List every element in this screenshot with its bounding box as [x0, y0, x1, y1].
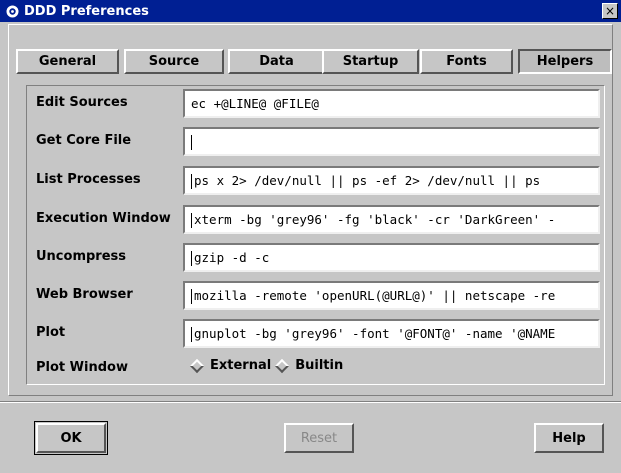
tab-data[interactable]: Data	[228, 49, 325, 74]
web-browser-label: Web Browser	[36, 287, 133, 302]
text-cursor	[191, 213, 192, 228]
tab-fonts[interactable]: Fonts	[420, 49, 513, 74]
plot-window-radio-group: External Builtin	[189, 358, 347, 373]
execution-window-value: xterm -bg 'grey96' -fg 'black' -cr 'Dark…	[194, 212, 556, 227]
execution-window-field[interactable]: xterm -bg 'grey96' -fg 'black' -cr 'Dark…	[183, 205, 600, 234]
tab-general[interactable]: General	[16, 49, 119, 74]
radio-diamond-icon	[189, 358, 205, 373]
execution-window-label: Execution Window	[36, 211, 171, 226]
plot-window-external-radio[interactable]: External	[189, 358, 272, 373]
tab-helpers[interactable]: Helpers	[518, 49, 612, 74]
text-cursor	[191, 251, 192, 266]
help-button[interactable]: Help	[534, 423, 604, 453]
plot-field[interactable]: gnuplot -bg 'grey96' -font '@FONT@' -nam…	[183, 319, 600, 348]
radio-diamond-icon	[275, 358, 290, 373]
close-button[interactable]: ×	[602, 3, 618, 19]
tab-startup[interactable]: Startup	[322, 49, 419, 74]
list-processes-label: List Processes	[36, 172, 141, 187]
uncompress-label: Uncompress	[36, 249, 127, 264]
ddd-app-icon	[6, 5, 19, 18]
title-bar[interactable]: DDD Preferences ×	[0, 0, 621, 22]
get-core-file-field[interactable]	[183, 127, 600, 156]
tab-source[interactable]: Source	[124, 49, 224, 74]
plot-window-builtin-radio[interactable]: Builtin	[275, 358, 343, 373]
edit-sources-field[interactable]: ec +@LINE@ @FILE@	[183, 89, 600, 118]
preferences-window: DDD Preferences × General Source Data St…	[0, 0, 621, 473]
reset-button[interactable]: Reset	[284, 423, 354, 453]
window-title: DDD Preferences	[24, 3, 149, 19]
get-core-file-label: Get Core File	[36, 133, 132, 148]
uncompress-field[interactable]: gzip -d -c	[183, 243, 600, 272]
web-browser-field[interactable]: mozilla -remote 'openURL(@URL@)' || nets…	[183, 281, 600, 310]
uncompress-value: gzip -d -c	[194, 250, 270, 265]
plot-window-builtin-label: Builtin	[295, 358, 344, 373]
text-cursor	[191, 327, 192, 342]
plot-window-external-label: External	[210, 358, 272, 373]
list-processes-field[interactable]: ps x 2> /dev/null || ps -ef 2> /dev/null…	[183, 166, 600, 195]
plot-window-label: Plot Window	[36, 360, 128, 375]
text-cursor	[191, 289, 192, 304]
ok-button[interactable]: OK	[34, 421, 108, 455]
plot-label: Plot	[36, 325, 66, 340]
plot-value: gnuplot -bg 'grey96' -font '@FONT@' -nam…	[194, 326, 556, 341]
edit-sources-label: Edit Sources	[36, 95, 128, 110]
button-separator	[0, 401, 621, 403]
text-cursor	[191, 174, 192, 189]
edit-sources-value: ec +@LINE@ @FILE@	[191, 96, 319, 111]
web-browser-value: mozilla -remote 'openURL(@URL@)' || nets…	[194, 288, 556, 303]
list-processes-value: ps x 2> /dev/null || ps -ef 2> /dev/null…	[194, 173, 541, 188]
text-cursor	[191, 135, 192, 150]
